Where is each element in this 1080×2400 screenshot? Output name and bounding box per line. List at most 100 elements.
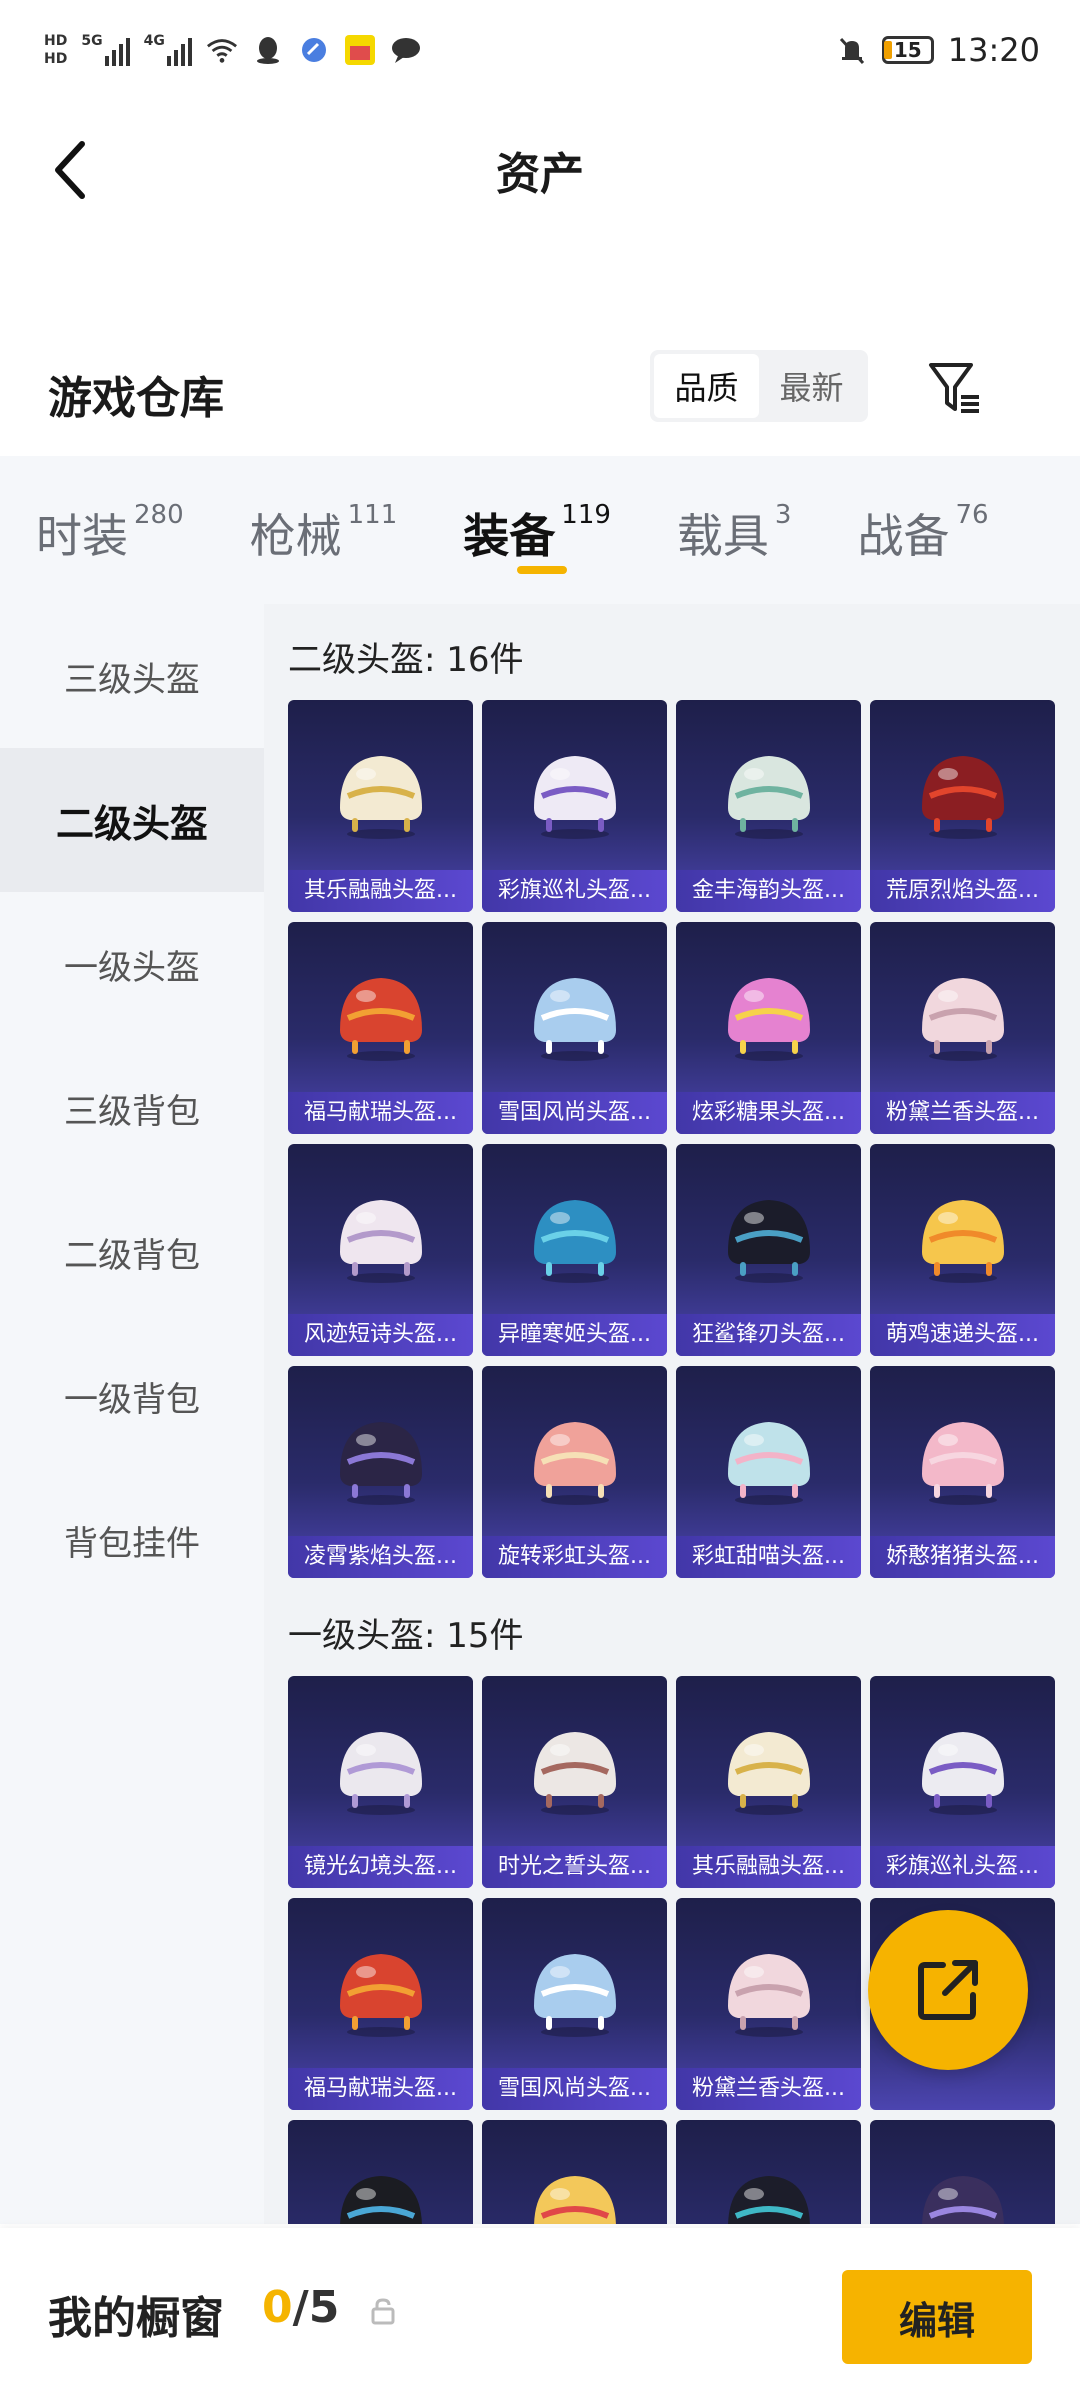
item-card[interactable]: 炫彩糖果头盔... [676, 922, 861, 1134]
sidebar-item-helmet-lv2[interactable]: 二级头盔 [0, 748, 264, 892]
helmet-icon [339, 2176, 422, 2224]
item-card[interactable] [676, 2120, 861, 2224]
sidebar-item-backpack-lv2[interactable]: 二级背包 [0, 1180, 264, 1324]
item-name: 福马献瑞头盔... [288, 2068, 473, 2110]
helmet-icon [727, 2176, 810, 2224]
showcase-total: 5 [308, 2282, 340, 2333]
item-card[interactable]: 荒原烈焰头盔... [870, 700, 1055, 912]
tab-label: 战备 [857, 509, 950, 563]
helmet-icon [727, 756, 810, 839]
tab-fashion[interactable]: 时装 280 [36, 456, 184, 604]
item-name: 雪国风尚头盔... [482, 1092, 667, 1134]
tab-battle-gear[interactable]: 战备 76 [857, 456, 988, 604]
group-title-helmet-lv1: 一级头盔: 15件 [288, 1616, 524, 1656]
item-card[interactable]: 风迹短诗头盔... [288, 1144, 473, 1356]
helmet-icon [533, 1200, 616, 1283]
helmet-icon [533, 1954, 616, 2037]
item-card[interactable]: 时光之誓头盔... [482, 1676, 667, 1888]
tab-label: 时装 [36, 509, 128, 563]
item-card[interactable]: 雪国风尚头盔... [482, 1898, 667, 2110]
item-name: 彩虹甜喵头盔... [676, 1536, 861, 1578]
helmet-icon [727, 1732, 810, 1815]
item-card[interactable]: 萌鸡速递头盔... [870, 1144, 1055, 1356]
status-icons: HD HD 5G 4G [44, 34, 422, 66]
item-name: 雪国风尚头盔... [482, 2068, 667, 2110]
item-name: 福马献瑞头盔... [288, 1092, 473, 1134]
sort-option-quality[interactable]: 品质 [654, 354, 759, 418]
item-name: 金丰海韵头盔... [676, 870, 861, 912]
item-card[interactable]: 娇憨猪猪头盔... [870, 1366, 1055, 1578]
item-name: 其乐融融头盔... [676, 1846, 861, 1888]
item-card[interactable]: 异瞳寒姬头盔... [482, 1144, 667, 1356]
filter-button[interactable] [920, 352, 990, 422]
tab-count: 76 [955, 500, 989, 530]
showcase-separator: / [292, 2282, 309, 2333]
tab-label: 载具 [676, 509, 769, 563]
sidebar-item-helmet-lv3[interactable]: 三级头盔 [0, 604, 264, 748]
item-name: 狂鲨锋刃头盔... [676, 1314, 861, 1356]
sidebar-item-helmet-lv1[interactable]: 一级头盔 [0, 892, 264, 1036]
helmet-icon [533, 2176, 616, 2224]
sidebar-item-backpack-lv3[interactable]: 三级背包 [0, 1036, 264, 1180]
sidebar-item-backpack-lv1[interactable]: 一级背包 [0, 1324, 264, 1468]
item-card[interactable]: 彩旗巡礼头盔... [482, 700, 667, 912]
showcase-count: 0/5 [262, 2282, 339, 2333]
helmet-icon [339, 1200, 422, 1283]
item-card[interactable]: 镜光幻境头盔... [288, 1676, 473, 1888]
network-5g-label: 5G [81, 33, 103, 49]
helmet-icon [339, 756, 422, 839]
sidebar: 三级头盔 二级头盔 一级头盔 三级背包 二级背包 一级背包 背包挂件 [0, 604, 264, 2224]
item-grid-helmet-lv2: 其乐融融头盔... 彩旗巡礼头盔... 金丰海韵头盔... 荒原烈焰头盔... 福马献瑞… [288, 700, 1055, 1578]
item-card[interactable]: 其乐融融头盔... [676, 1676, 861, 1888]
message-icon [390, 34, 422, 66]
warehouse-title: 游戏仓库 [48, 373, 224, 424]
item-card[interactable]: 凌霄紫焰头盔... [288, 1366, 473, 1578]
edit-button[interactable]: 编辑 [842, 2270, 1032, 2364]
page-title: 资产 [496, 149, 584, 200]
item-card[interactable]: 狂鲨锋刃头盔... [676, 1144, 861, 1356]
item-card[interactable]: 粉黛兰香头盔... [870, 922, 1055, 1134]
item-card[interactable]: 粉黛兰香头盔... [676, 1898, 861, 2110]
tab-guns[interactable]: 枪械 111 [250, 456, 398, 604]
tab-count: 3 [774, 500, 792, 530]
item-card[interactable]: 福马献瑞头盔... [288, 1898, 473, 2110]
sort-toggle: 品质 最新 [650, 350, 868, 422]
showcase-label: 我的橱窗 [48, 2293, 224, 2344]
helmet-icon [921, 2176, 1004, 2224]
mute-bell-icon [836, 34, 868, 66]
helmet-icon [339, 978, 422, 1061]
helmet-icon [339, 1422, 422, 1505]
hd-indicator: HD HD [44, 34, 67, 66]
helmet-icon [727, 1954, 810, 2037]
sort-option-newest[interactable]: 最新 [759, 354, 864, 418]
helmet-icon [533, 1422, 616, 1505]
signal-icon-2 [166, 34, 192, 66]
showcase-current: 0 [262, 2282, 293, 2333]
item-card[interactable]: 金丰海韵头盔... [676, 700, 861, 912]
helmet-icon [533, 978, 616, 1061]
item-card[interactable]: 旋转彩虹头盔... [482, 1366, 667, 1578]
tab-vehicles[interactable]: 载具 3 [677, 456, 792, 604]
helmet-icon [533, 1732, 616, 1815]
tab-active-indicator [517, 566, 568, 574]
item-name: 彩旗巡礼头盔... [870, 1846, 1055, 1888]
item-card[interactable]: 雪国风尚头盔... [482, 922, 667, 1134]
item-name: 风迹短诗头盔... [288, 1314, 473, 1356]
item-card[interactable]: 彩旗巡礼头盔... [870, 1676, 1055, 1888]
item-card[interactable]: 彩虹甜喵头盔... [676, 1366, 861, 1578]
sidebar-item-backpack-charm[interactable]: 背包挂件 [0, 1468, 264, 1612]
item-card[interactable] [288, 2120, 473, 2224]
item-card[interactable]: 福马献瑞头盔... [288, 922, 473, 1134]
share-fab-button[interactable] [868, 1910, 1028, 2070]
helmet-icon [727, 1200, 810, 1283]
tab-label: 枪械 [249, 509, 342, 563]
tab-label: 装备 [463, 509, 556, 563]
lock-icon [368, 2296, 398, 2326]
item-card[interactable] [870, 2120, 1055, 2224]
helmet-icon [727, 978, 810, 1061]
item-card[interactable]: 其乐融融头盔... [288, 700, 473, 912]
status-bar: HD HD 5G 4G 15 13:20 [0, 0, 1080, 100]
tab-equipment[interactable]: 装备 119 [463, 456, 611, 604]
item-card[interactable] [482, 2120, 667, 2224]
item-name: 时光之誓头盔... [482, 1846, 667, 1888]
